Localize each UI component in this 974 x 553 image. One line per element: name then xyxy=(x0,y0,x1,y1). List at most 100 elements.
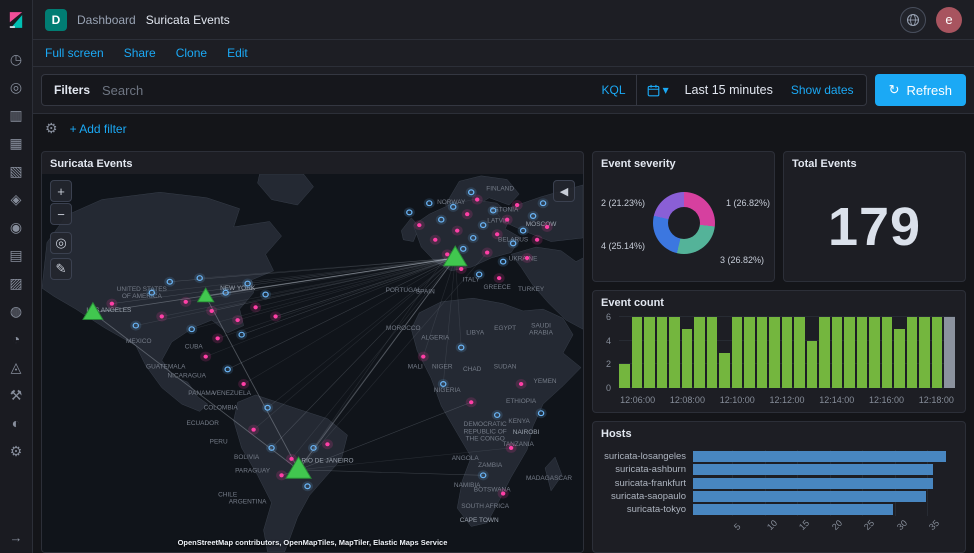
event-count-bar[interactable] xyxy=(819,317,830,388)
event-count-bar[interactable] xyxy=(619,364,630,388)
sidebar-item-dev-tools[interactable]: ⚒ xyxy=(3,383,30,406)
sidebar-item-recently-viewed[interactable]: ◷ xyxy=(3,47,30,70)
search-input[interactable] xyxy=(102,83,592,98)
x-tick-label: 5 xyxy=(732,521,743,532)
user-avatar[interactable]: e xyxy=(936,7,962,33)
event-count-bar[interactable] xyxy=(869,317,880,388)
svg-text:FINLAND: FINLAND xyxy=(486,186,514,193)
event-count-bar[interactable] xyxy=(769,317,780,388)
filter-options-gear-icon[interactable]: ⚙ xyxy=(45,120,58,137)
x-tick-label: 35 xyxy=(927,518,941,532)
host-bar[interactable] xyxy=(693,504,893,515)
edit-button[interactable]: Edit xyxy=(227,46,248,60)
event-count-bar[interactable] xyxy=(782,317,793,388)
x-tick-label: 12:16:00 xyxy=(869,395,904,405)
zoom-out-button[interactable]: − xyxy=(50,203,72,225)
host-bar[interactable] xyxy=(693,491,926,502)
svg-text:ZAMBIA: ZAMBIA xyxy=(478,462,503,469)
sidebar-item-discover[interactable]: ◎ xyxy=(3,75,30,98)
event-count-bar[interactable] xyxy=(894,329,905,388)
map-panel-title: Suricata Events xyxy=(42,152,583,176)
discover-icon: ◎ xyxy=(10,79,22,95)
kibana-logo-icon xyxy=(7,11,25,29)
date-quick-select-button[interactable]: ▾ xyxy=(636,75,679,105)
sidebar-item-uptime[interactable]: ◔ xyxy=(3,327,30,350)
canvas-icon: ▧ xyxy=(9,163,22,179)
dashboard-grid: Suricata Events FINLANDNORWAYESTONIALATV… xyxy=(33,143,974,553)
collapse-nav-button[interactable]: → xyxy=(10,530,23,545)
help-menu-button[interactable] xyxy=(900,7,926,33)
management-icon: ⚙ xyxy=(10,443,23,459)
map-canvas: FINLANDNORWAYESTONIALATVIAMOSCOWBELARUSU… xyxy=(42,174,583,552)
host-bar[interactable] xyxy=(693,464,933,475)
zoom-in-button[interactable]: + xyxy=(50,180,72,202)
svg-text:NIGERIA: NIGERIA xyxy=(434,387,462,394)
event-count-bar[interactable] xyxy=(882,317,893,388)
x-tick-label: 12:14:00 xyxy=(819,395,854,405)
sidebar-item-logs[interactable]: ▨ xyxy=(3,271,30,294)
dashboard-menu-bar: Full screen Share Clone Edit xyxy=(33,40,974,67)
severity-label-3: 3 (26.82%) xyxy=(720,255,764,265)
event-count-bar[interactable] xyxy=(707,317,718,388)
event-count-bar[interactable] xyxy=(682,329,693,388)
dev-tools-icon: ⚒ xyxy=(10,387,23,403)
x-tick-label: 15 xyxy=(797,518,811,532)
sidebar-item-maps[interactable]: ◈ xyxy=(3,187,30,210)
event-count-bar[interactable] xyxy=(694,317,705,388)
sidebar-item-dashboard[interactable]: ▦ xyxy=(3,131,30,154)
draw-filter-button[interactable]: ✎ xyxy=(50,258,72,280)
sidebar-item-apm[interactable]: ◍ xyxy=(3,299,30,322)
event-count-bar[interactable] xyxy=(644,317,655,388)
share-button[interactable]: Share xyxy=(124,46,156,60)
event-count-bar[interactable] xyxy=(732,317,743,388)
kql-language-button[interactable]: KQL xyxy=(592,83,636,97)
refresh-icon: ↻ xyxy=(889,82,900,98)
legend-collapse-button[interactable]: ◀ xyxy=(553,180,575,202)
set-view-button[interactable]: ◎ xyxy=(50,232,72,254)
sidebar-item-canvas[interactable]: ▧ xyxy=(3,159,30,182)
show-dates-button[interactable]: Show dates xyxy=(779,83,866,97)
sidebar-item-infrastructure[interactable]: ▤ xyxy=(3,243,30,266)
event-count-bar[interactable] xyxy=(794,317,805,388)
event-count-bar[interactable] xyxy=(919,317,930,388)
event-count-bar[interactable] xyxy=(907,317,918,388)
event-count-bar[interactable] xyxy=(632,317,643,388)
event-count-bar[interactable] xyxy=(857,317,868,388)
svg-text:SAUDI: SAUDI xyxy=(531,323,551,330)
event-count-bar[interactable] xyxy=(844,317,855,388)
filters-toggle[interactable]: Filters xyxy=(42,83,102,97)
space-badge[interactable]: D xyxy=(45,9,67,31)
sidebar-item-machine-learning[interactable]: ◉ xyxy=(3,215,30,238)
svg-text:SUDAN: SUDAN xyxy=(494,364,517,371)
full-screen-button[interactable]: Full screen xyxy=(45,46,104,60)
sidebar-item-stack-monitoring[interactable]: ◐ xyxy=(3,411,30,434)
add-filter-button[interactable]: + Add filter xyxy=(70,122,127,136)
world-map[interactable]: FINLANDNORWAYESTONIALATVIAMOSCOWBELARUSU… xyxy=(42,174,583,552)
svg-text:PORTUGAL: PORTUGAL xyxy=(386,287,422,294)
event-count-bar[interactable] xyxy=(932,317,943,388)
event-count-bar[interactable] xyxy=(944,317,955,388)
svg-text:ANGOLA: ANGOLA xyxy=(452,455,480,462)
sidebar-item-siem[interactable]: ◬ xyxy=(3,355,30,378)
severity-donut-chart[interactable] xyxy=(653,192,715,254)
event-count-bar[interactable] xyxy=(669,317,680,388)
host-row: suricata-saopaulo xyxy=(601,490,953,503)
event-count-bar[interactable] xyxy=(744,317,755,388)
refresh-button[interactable]: ↻ Refresh xyxy=(875,74,966,106)
event-count-bar[interactable] xyxy=(832,317,843,388)
host-bar[interactable] xyxy=(693,451,946,462)
svg-text:MOROCCO: MOROCCO xyxy=(386,325,421,332)
event-count-bar[interactable] xyxy=(757,317,768,388)
sidebar-item-management[interactable]: ⚙ xyxy=(3,439,30,462)
time-range-value[interactable]: Last 15 minutes xyxy=(679,83,779,97)
kibana-logo[interactable] xyxy=(0,0,33,40)
svg-text:EGYPT: EGYPT xyxy=(494,325,516,332)
logs-icon: ▨ xyxy=(9,275,22,291)
sidebar-item-visualize[interactable]: ▥ xyxy=(3,103,30,126)
event-count-bar[interactable] xyxy=(807,341,818,388)
breadcrumb-dashboard[interactable]: Dashboard xyxy=(77,13,136,27)
event-count-bar[interactable] xyxy=(657,317,668,388)
event-count-bar[interactable] xyxy=(719,353,730,389)
host-bar[interactable] xyxy=(693,478,933,489)
clone-button[interactable]: Clone xyxy=(176,46,207,60)
